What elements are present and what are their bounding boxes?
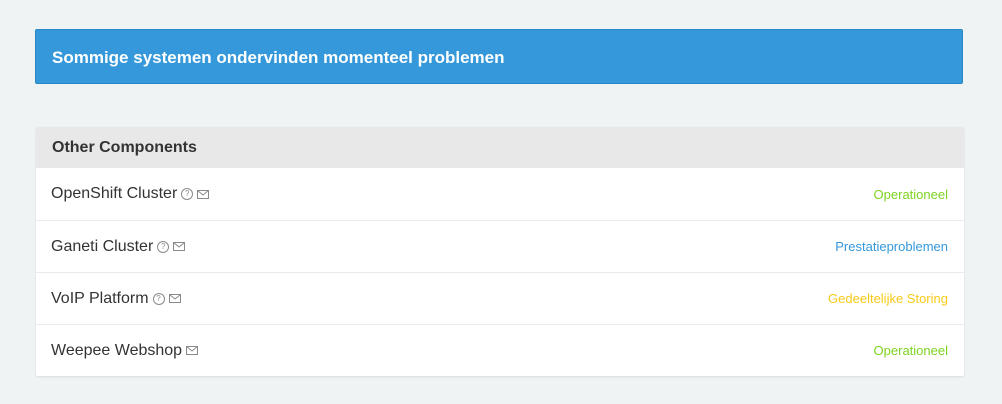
component-row: VoIP Platform? Gedeeltelijke Storing bbox=[36, 272, 964, 324]
status-banner: Sommige systemen ondervinden momenteel p… bbox=[35, 29, 963, 84]
component-status: Operationeel bbox=[873, 186, 948, 202]
component-name-wrap: VoIP Platform? bbox=[51, 290, 181, 308]
component-group-title[interactable]: Other Components bbox=[36, 127, 964, 168]
component-status: Operationeel bbox=[873, 343, 948, 358]
help-icon[interactable]: ? bbox=[157, 240, 170, 253]
component-row: Ganeti Cluster? Prestatieproblemen bbox=[36, 220, 964, 272]
envelope-icon[interactable] bbox=[186, 346, 199, 355]
status-banner-text: Sommige systemen ondervinden momenteel p… bbox=[52, 48, 505, 67]
component-name-wrap: Weepee Webshop bbox=[51, 341, 199, 360]
component-row: OpenShift Cluster? Operationeel bbox=[36, 168, 964, 220]
component-list: OpenShift Cluster? Operationeel Ganeti Clu… bbox=[36, 168, 964, 376]
envelope-icon[interactable] bbox=[197, 189, 210, 199]
component-name: OpenShift Cluster bbox=[51, 185, 178, 202]
component-name: Ganeti Cluster bbox=[51, 237, 154, 255]
component-status: Gedeeltelijke Storing bbox=[828, 291, 948, 306]
component-name-wrap: Ganeti Cluster? bbox=[51, 237, 186, 256]
component-row: Weepee Webshop Operationeel bbox=[36, 324, 964, 376]
component-group-panel: Other Components OpenShift Cluster? Opera… bbox=[36, 127, 964, 376]
component-name: Weepee Webshop bbox=[51, 341, 183, 359]
component-name-wrap: OpenShift Cluster? bbox=[51, 185, 210, 203]
component-name: VoIP Platform bbox=[51, 289, 149, 307]
component-status: Prestatieproblemen bbox=[835, 239, 948, 254]
envelope-icon[interactable] bbox=[173, 242, 186, 251]
envelope-icon[interactable] bbox=[168, 294, 181, 303]
help-icon[interactable]: ? bbox=[152, 292, 165, 305]
help-icon[interactable]: ? bbox=[181, 188, 194, 200]
